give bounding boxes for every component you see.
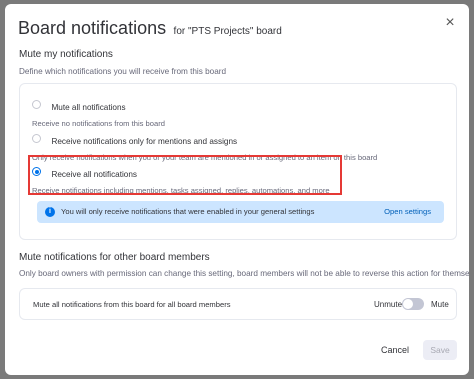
option-mute-all[interactable]: Mute all notifications Receive no notifi… — [32, 97, 165, 128]
info-text: You will only receive notifications that… — [61, 207, 315, 216]
mute-section-description: Define which notifications you will rece… — [19, 67, 227, 76]
mute-members-label: Mute all notifications from this board f… — [33, 300, 231, 309]
option-label: Receive notifications only for mentions … — [51, 137, 238, 146]
radio-mute-all[interactable] — [32, 100, 41, 110]
dialog-title: Board notifications — [18, 18, 167, 38]
option-description: Receive no notifications from this board — [32, 119, 165, 128]
radio-mentions-assigns[interactable] — [32, 134, 41, 144]
members-section-title: Mute notifications for other board membe… — [19, 252, 210, 263]
open-settings-link[interactable]: Open settings — [384, 207, 431, 216]
members-section-description: Only board owners with permission can ch… — [19, 269, 469, 278]
mute-section-title: Mute my notifications — [19, 49, 113, 60]
close-icon[interactable]: × — [443, 15, 457, 31]
cancel-button[interactable]: Cancel — [375, 341, 415, 359]
mute-toggle[interactable] — [402, 298, 424, 310]
dialog-subtitle: for "PTS Projects" board — [173, 26, 282, 37]
dialog-header: Board notifications for "PTS Projects" b… — [18, 18, 282, 39]
mute-members-row: Mute all notifications from this board f… — [19, 288, 457, 320]
save-button[interactable]: Save — [423, 340, 457, 360]
unmute-label: Unmute — [374, 300, 403, 309]
mute-label: Mute — [431, 300, 449, 309]
info-banner: i You will only receive notifications th… — [37, 201, 444, 223]
board-notifications-dialog: Board notifications for "PTS Projects" b… — [5, 4, 469, 375]
info-icon: i — [45, 207, 55, 217]
highlight-box — [28, 155, 342, 195]
option-label: Mute all notifications — [51, 103, 126, 112]
